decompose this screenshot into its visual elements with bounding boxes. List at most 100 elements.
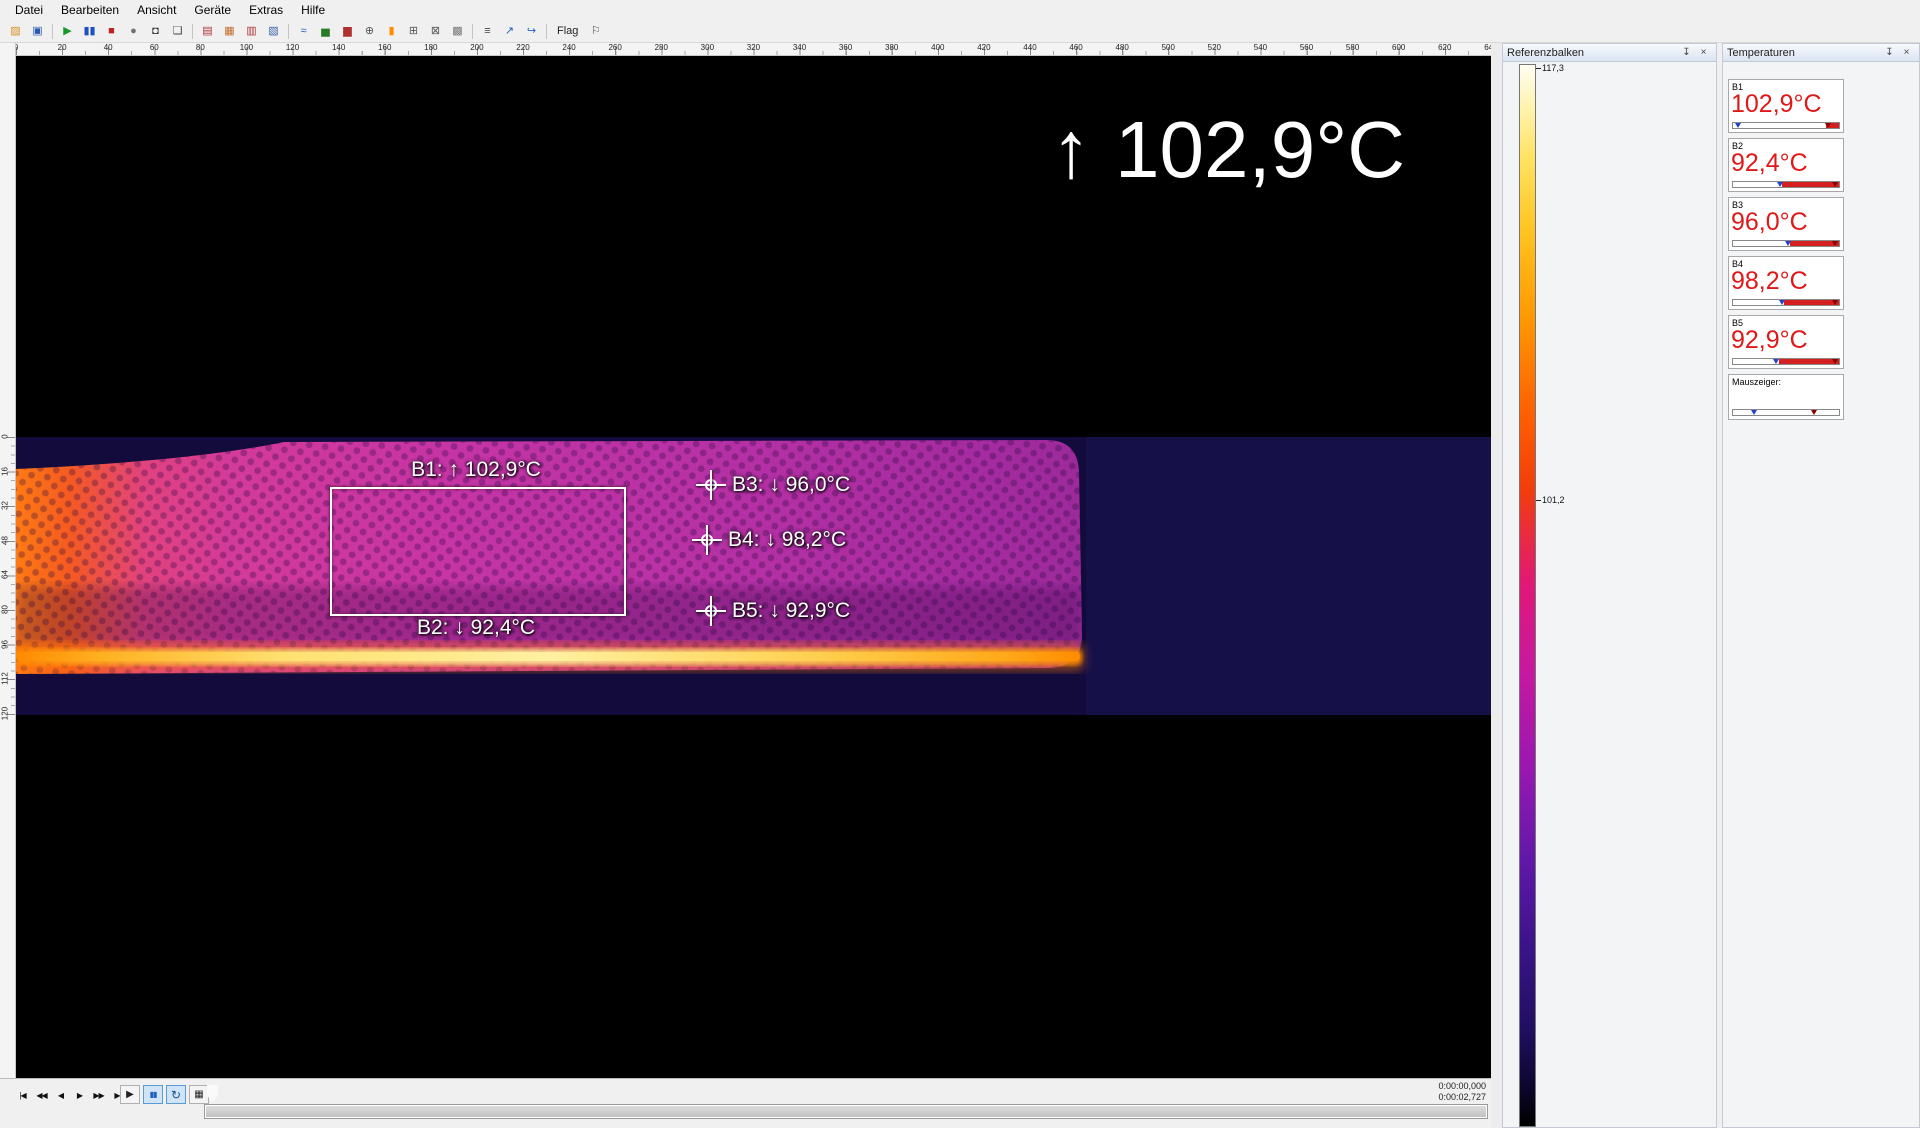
temperature-range-bar[interactable] xyxy=(1732,240,1840,247)
min-marker-icon[interactable] xyxy=(1773,359,1779,364)
measure-point-b3[interactable] xyxy=(696,470,726,500)
range-fill xyxy=(1782,182,1839,187)
playback-loop-button[interactable]: ↻ xyxy=(166,1085,186,1104)
ruler-label: 112 xyxy=(1,666,10,692)
temperature-value: 96,0°C xyxy=(1729,210,1843,236)
measure-label-b3: B3: ↓ 96,0°C xyxy=(732,473,850,497)
max-marker-icon[interactable] xyxy=(1811,410,1817,415)
reference-colorbar[interactable] xyxy=(1519,64,1536,1127)
ruler-label: 80 xyxy=(196,43,205,52)
menu-item-hilfe[interactable]: Hilfe xyxy=(292,1,334,19)
ruler-label: 60 xyxy=(150,43,159,52)
checker-button[interactable]: ▩ xyxy=(447,22,468,41)
pause-button[interactable]: ▮▮ xyxy=(79,22,100,41)
temperature-range-bar[interactable] xyxy=(1732,409,1840,416)
playback-pause-button[interactable]: ▮▮ xyxy=(143,1085,163,1104)
toolbar-separator xyxy=(472,24,473,39)
go-start-button[interactable]: |◀ xyxy=(14,1087,31,1103)
temperature-range-bar[interactable] xyxy=(1732,358,1840,365)
ruler-label: 260 xyxy=(608,43,621,52)
snapshot-button[interactable]: ◘ xyxy=(145,22,166,41)
temperature-card-b2: B292,4°C xyxy=(1728,138,1844,192)
close-icon[interactable]: × xyxy=(1898,45,1915,61)
layout-button[interactable]: ▧ xyxy=(263,22,284,41)
ruler-label: 620 xyxy=(1438,43,1451,52)
measure-area-b1[interactable] xyxy=(330,487,626,616)
temperature-value: 98,2°C xyxy=(1729,269,1843,295)
panel-title: Temperaturen xyxy=(1727,47,1795,59)
min-marker-icon[interactable] xyxy=(1779,300,1785,305)
menu-item-extras[interactable]: Extras xyxy=(240,1,292,19)
measure-area-button[interactable]: ▤ xyxy=(197,22,218,41)
curve-button[interactable]: ↗ xyxy=(499,22,520,41)
max-marker-icon[interactable] xyxy=(1832,241,1838,246)
min-marker-icon[interactable] xyxy=(1751,410,1757,415)
play-button[interactable]: ▶ xyxy=(57,22,78,41)
measure-point-b5[interactable] xyxy=(696,596,726,626)
scale-button[interactable]: ≡ xyxy=(477,22,498,41)
temperature-range-bar[interactable] xyxy=(1732,122,1840,129)
timeline-times: 0:00:00,000 0:00:02,727 xyxy=(1438,1081,1486,1103)
panel-splitter[interactable] xyxy=(1491,43,1502,1128)
menu-item-geraete[interactable]: Geräte xyxy=(185,1,240,19)
save-button[interactable]: ▣ xyxy=(27,22,48,41)
toolbar-separator xyxy=(546,24,547,39)
temperature-range-bar[interactable] xyxy=(1732,181,1840,188)
playback-frame-button[interactable]: ▦ xyxy=(189,1085,209,1104)
palette-button[interactable]: ▮ xyxy=(381,22,402,41)
measure-point-b4[interactable] xyxy=(692,525,722,555)
grid-view-button[interactable]: ▦ xyxy=(219,22,240,41)
max-marker-icon[interactable] xyxy=(1832,359,1838,364)
ruler-label: 80 xyxy=(1,597,10,623)
temperature-list: B1102,9°CB292,4°CB396,0°CB498,2°CB592,9°… xyxy=(1723,62,1919,1127)
min-marker-icon[interactable] xyxy=(1735,123,1741,128)
ruler-label: 160 xyxy=(378,43,391,52)
menu-item-ansicht[interactable]: Ansicht xyxy=(128,1,185,19)
histogram-button[interactable]: ▅ xyxy=(315,22,336,41)
stop-button[interactable]: ■ xyxy=(101,22,122,41)
pin-icon[interactable]: ↧ xyxy=(1678,45,1695,61)
crosshair-icon xyxy=(701,534,713,546)
measure-label-b5: B5: ↓ 92,9°C xyxy=(732,599,850,623)
diagram-button[interactable]: ▆ xyxy=(337,22,358,41)
toolbar: ▨▣ ▶▮▮■●◘❏ ▤▦▥▧ ≈▅▆⊕▮⊞⊠▩ ≡↗↪ Flag⚐ xyxy=(0,20,1920,43)
profile-chart-button[interactable]: ≈ xyxy=(293,22,314,41)
close-icon[interactable]: × xyxy=(1695,45,1712,61)
tools-button[interactable]: ⊕ xyxy=(359,22,380,41)
max-marker-icon[interactable] xyxy=(1825,123,1831,128)
ruler-label: 540 xyxy=(1254,43,1267,52)
tag-button[interactable]: ⚐ xyxy=(585,22,606,41)
ruler-label: 16 xyxy=(1,458,10,484)
table-button[interactable]: ⊞ xyxy=(403,22,424,41)
ruler-label: 500 xyxy=(1162,43,1175,52)
open-button[interactable]: ▨ xyxy=(5,22,26,41)
config-button[interactable]: ⊠ xyxy=(425,22,446,41)
min-marker-icon[interactable] xyxy=(1785,241,1791,246)
step-forward-button[interactable]: ▶ xyxy=(71,1087,88,1103)
report-button[interactable]: ▥ xyxy=(241,22,262,41)
copy-button[interactable]: ❏ xyxy=(167,22,188,41)
menu-item-bearbeiten[interactable]: Bearbeiten xyxy=(52,1,128,19)
ruler-label: 96 xyxy=(1,631,10,657)
menu-item-datei[interactable]: Datei xyxy=(6,1,52,19)
rewind-button[interactable]: ◀◀ xyxy=(33,1087,50,1103)
referenzbalken-titlebar: Referenzbalken ↧ × xyxy=(1503,44,1716,62)
max-marker-icon[interactable] xyxy=(1832,182,1838,187)
menu-bar: DateiBearbeitenAnsichtGeräteExtrasHilfe xyxy=(0,0,1920,20)
step-back-button[interactable]: ◀ xyxy=(52,1087,69,1103)
ruler-label: 140 xyxy=(332,43,345,52)
temperaturen-titlebar: Temperaturen ↧ × xyxy=(1723,44,1919,62)
reference-scale: 117,3101,2 xyxy=(1503,62,1716,1127)
thermal-canvas[interactable]: ↑ 102,9°C B1: ↑ 102,9°C B2: ↓ 92,4°C B3:… xyxy=(16,56,1491,1078)
ruler-label: 520 xyxy=(1208,43,1221,52)
playback-play-button[interactable]: ▶ xyxy=(120,1085,140,1104)
pin-icon[interactable]: ↧ xyxy=(1881,45,1898,61)
max-marker-icon[interactable] xyxy=(1832,300,1838,305)
flag-button[interactable]: Flag xyxy=(551,22,584,41)
temperature-range-bar[interactable] xyxy=(1732,299,1840,306)
min-marker-icon[interactable] xyxy=(1777,182,1783,187)
fast-forward-button[interactable]: ▶▶ xyxy=(90,1087,107,1103)
smooth-curve-button[interactable]: ↪ xyxy=(521,22,542,41)
record-button[interactable]: ● xyxy=(123,22,144,41)
timeline-slider[interactable] xyxy=(204,1104,1488,1119)
